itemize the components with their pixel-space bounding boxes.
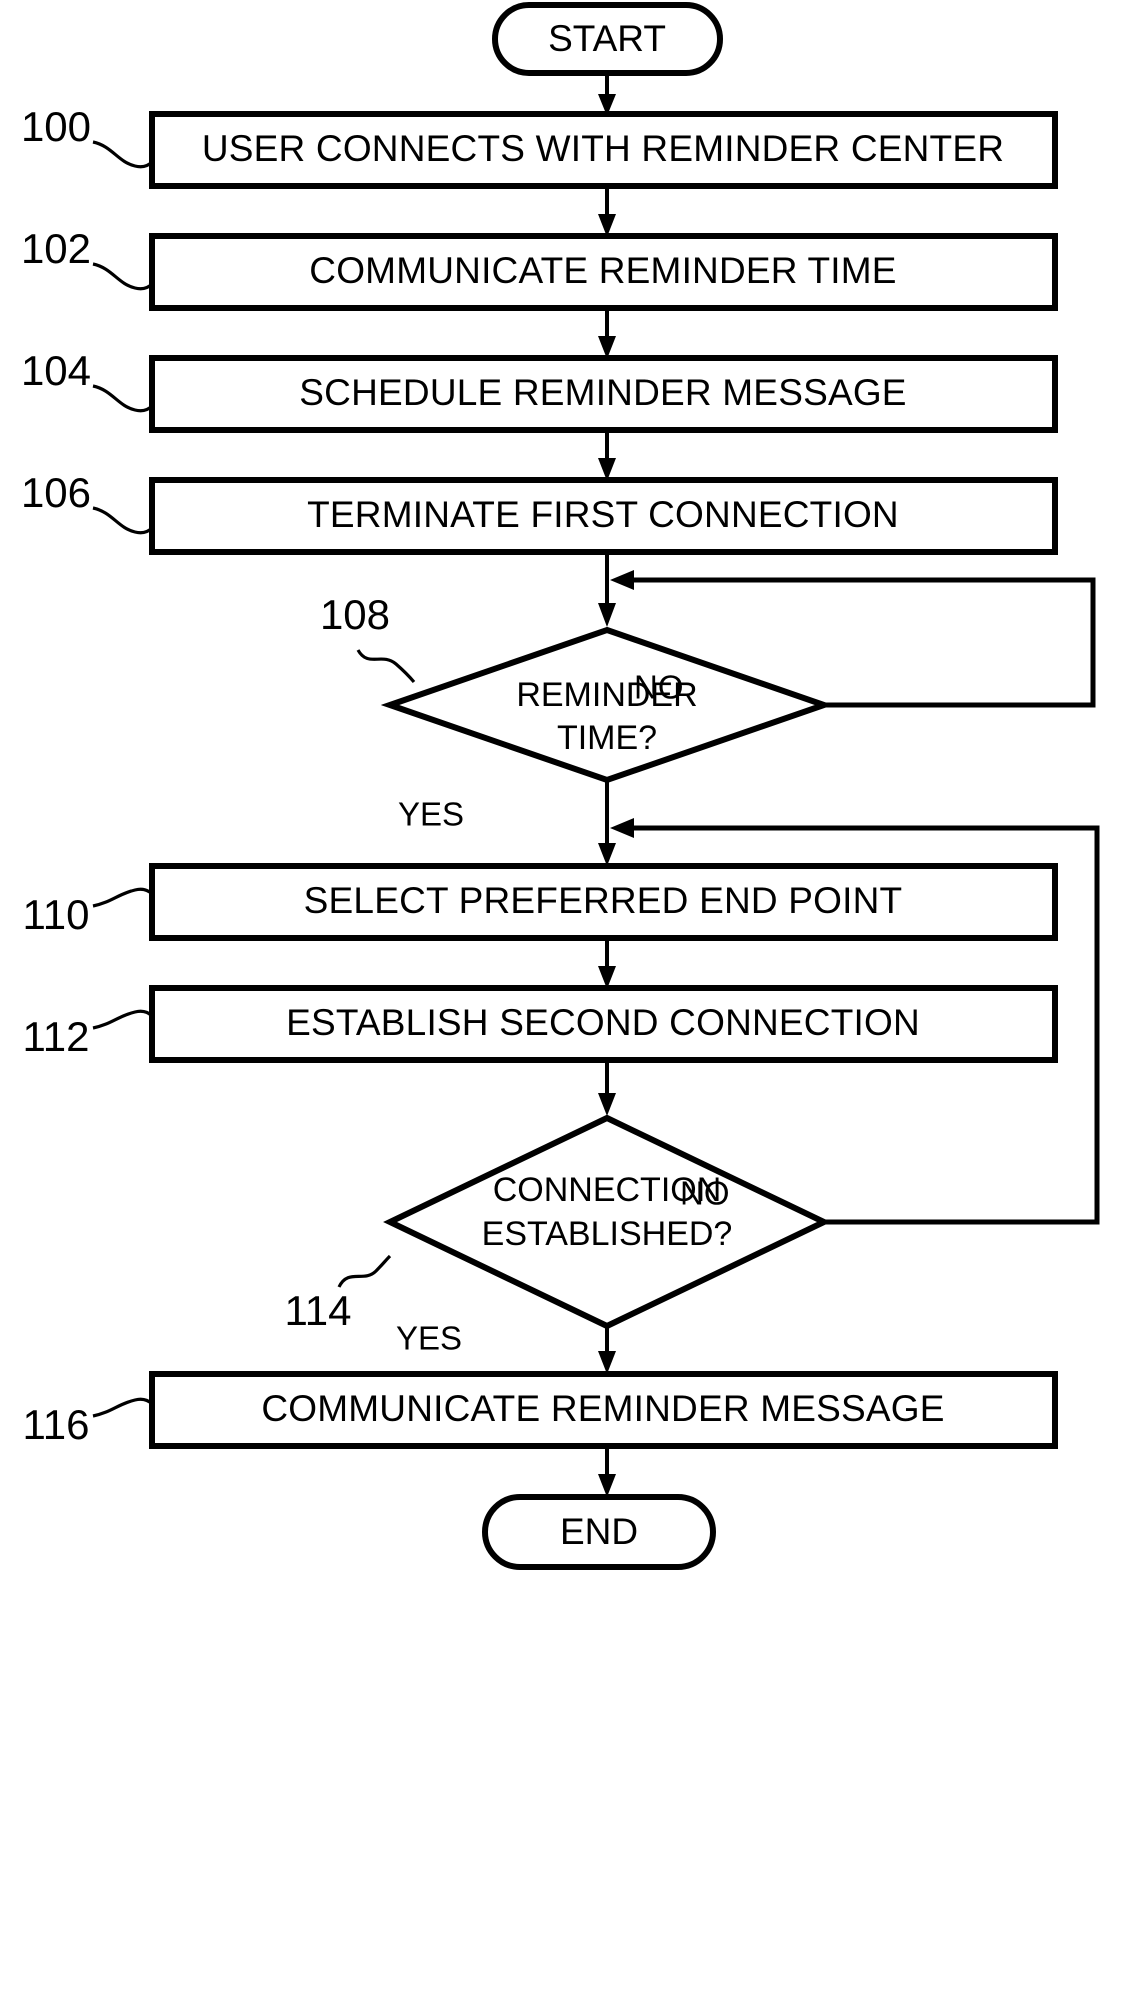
ref-callout-108: 108 (320, 591, 416, 684)
connector-110-to-112 (598, 938, 616, 989)
process-box-104: SCHEDULE REMINDER MESSAGE (149, 355, 1058, 433)
terminal-end: END (482, 1494, 716, 1570)
connector-114-to-116 (598, 1326, 616, 1374)
process-box-112: ESTABLISH SECOND CONNECTION (149, 985, 1058, 1063)
terminal-end-label: END (560, 1511, 638, 1552)
ref-callout-104: 104 (21, 347, 154, 413)
ref-label-104: 104 (21, 347, 91, 394)
decision-diamond-114: CONNECTION ESTABLISHED? (383, 1114, 831, 1330)
connector-100-to-102 (598, 186, 616, 237)
process-box-102-label: COMMUNICATE REMINDER TIME (309, 250, 896, 291)
decision-diamond-114-line2: ESTABLISHED? (482, 1215, 733, 1253)
connector-102-to-104 (598, 308, 616, 359)
process-box-100-label: USER CONNECTS WITH REMINDER CENTER (202, 128, 1004, 169)
decision-114-yes-label: YES (396, 1320, 462, 1357)
process-box-106-label: TERMINATE FIRST CONNECTION (307, 494, 899, 535)
process-box-100: USER CONNECTS WITH REMINDER CENTER (149, 111, 1058, 189)
ref-callout-112: 112 (23, 1009, 154, 1060)
connector-104-to-106 (598, 430, 616, 481)
connector-112-to-114 (598, 1060, 616, 1116)
decision-114-no-label: NO (680, 1175, 730, 1212)
flowchart-canvas: START USER CONNECTS WITH REMINDER CENTER… (21, 2, 1100, 1570)
ref-callout-106: 106 (21, 469, 154, 535)
process-box-110: SELECT PREFERRED END POINT (149, 863, 1058, 941)
connector-108-to-110 (598, 780, 616, 866)
connector-116-to-end (598, 1446, 616, 1497)
ref-label-102: 102 (21, 225, 91, 272)
decision-diamond-108-line2: TIME? (557, 719, 657, 757)
ref-label-110: 110 (23, 891, 90, 938)
ref-callout-114: 114 (285, 1254, 392, 1334)
ref-label-100: 100 (21, 103, 91, 150)
terminal-start-label: START (548, 18, 666, 59)
ref-label-106: 106 (21, 469, 91, 516)
connector-start-to-100 (598, 73, 616, 116)
decision-diamond-108: REMINDER TIME? (380, 626, 834, 784)
process-box-106: TERMINATE FIRST CONNECTION (149, 477, 1058, 555)
ref-callout-102: 102 (21, 225, 154, 291)
ref-label-116: 116 (23, 1401, 90, 1448)
process-box-112-label: ESTABLISH SECOND CONNECTION (286, 1002, 920, 1043)
ref-callout-100: 100 (21, 103, 154, 169)
decision-108-no-label: NO (634, 669, 684, 706)
ref-callout-116: 116 (23, 1397, 154, 1448)
ref-callout-110: 110 (23, 887, 154, 938)
ref-label-108: 108 (320, 591, 390, 638)
ref-label-112: 112 (23, 1013, 90, 1060)
process-box-116: COMMUNICATE REMINDER MESSAGE (149, 1371, 1058, 1449)
patent-flowchart-figure: START USER CONNECTS WITH REMINDER CENTER… (0, 0, 1130, 2003)
process-box-102: COMMUNICATE REMINDER TIME (149, 233, 1058, 311)
connector-106-to-108 (598, 552, 616, 627)
terminal-start: START (492, 2, 723, 76)
process-box-104-label: SCHEDULE REMINDER MESSAGE (299, 372, 906, 413)
process-box-110-label: SELECT PREFERRED END POINT (304, 880, 903, 921)
ref-label-114: 114 (285, 1287, 352, 1334)
decision-108-yes-label: YES (398, 796, 464, 833)
process-box-116-label: COMMUNICATE REMINDER MESSAGE (261, 1388, 944, 1429)
